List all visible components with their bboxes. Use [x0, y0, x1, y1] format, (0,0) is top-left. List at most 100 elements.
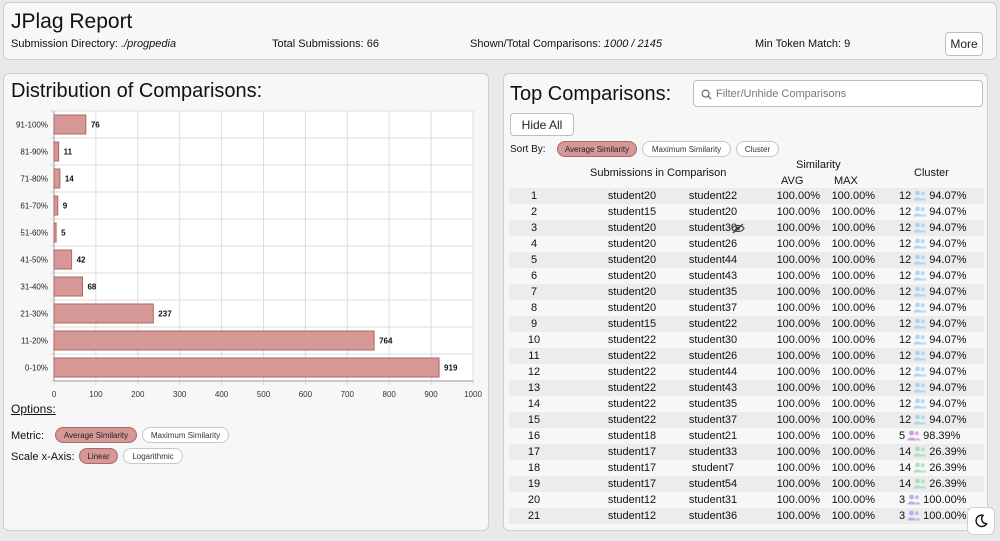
- metric-average-similarity-button[interactable]: Average Similarity: [55, 427, 137, 443]
- cluster-cell[interactable]: 5 98.39%: [899, 430, 960, 442]
- more-button[interactable]: More: [945, 32, 983, 56]
- value-label: 68: [87, 283, 96, 292]
- category-label: 41-50%: [20, 256, 48, 265]
- row-rank: 20: [527, 494, 541, 506]
- shown-comparisons-value: 1000 / 2145: [603, 38, 663, 50]
- total-submissions-label: Total Submissions:: [272, 38, 364, 50]
- submission-b[interactable]: student20: [663, 206, 763, 218]
- cluster-cell[interactable]: 3 100.00%: [899, 510, 967, 522]
- submission-b[interactable]: student22: [663, 318, 763, 330]
- cluster-cell[interactable]: 12 94.07%: [899, 318, 967, 330]
- submission-b[interactable]: student21: [663, 430, 763, 442]
- table-row[interactable]: 21 student12 student36 100.00% 100.00% 3 100.0…: [509, 508, 984, 524]
- submission-b[interactable]: student35: [663, 398, 763, 410]
- cluster-cell[interactable]: 14 26.39%: [899, 446, 967, 458]
- cluster-cell[interactable]: 12 94.07%: [899, 350, 967, 362]
- people-icon: [913, 238, 927, 249]
- sort-cluster-button[interactable]: Cluster: [736, 141, 779, 157]
- cluster-cell[interactable]: 12 94.07%: [899, 382, 967, 394]
- max-similarity: 100.00%: [831, 254, 875, 266]
- cluster-cell[interactable]: 12 94.07%: [899, 190, 967, 202]
- table-row[interactable]: 10 student22 student30 100.00% 100.00% 12 94.0…: [509, 332, 984, 348]
- table-row[interactable]: 8 student20 student37 100.00% 100.00% 12 94.07…: [509, 300, 984, 316]
- row-rank: 7: [530, 286, 538, 298]
- cluster-cell[interactable]: 12 94.07%: [899, 254, 967, 266]
- sort-average-similarity-button[interactable]: Average Similarity: [557, 141, 637, 157]
- hide-all-button[interactable]: Hide All: [510, 113, 574, 136]
- submission-b[interactable]: student44: [663, 254, 763, 266]
- comparisons-table: 1 student20 student22 100.00% 100.00% 12 94.07…: [509, 188, 984, 524]
- scale-linear-button[interactable]: Linear: [79, 448, 118, 464]
- table-row[interactable]: 20 student12 student31 100.00% 100.00% 3 100.0…: [509, 492, 984, 508]
- submission-b[interactable]: student37: [663, 414, 763, 426]
- submission-b[interactable]: student22: [663, 190, 763, 202]
- cluster-value: 26.39%: [929, 478, 967, 490]
- search-icon: [701, 89, 712, 100]
- submission-b[interactable]: student37: [663, 302, 763, 314]
- avg-similarity: 100.00%: [776, 350, 820, 362]
- submission-b[interactable]: student31: [663, 494, 763, 506]
- table-row[interactable]: 18 student17 student7 100.00% 100.00% 14 26.39…: [509, 460, 984, 476]
- submission-b[interactable]: student7: [663, 462, 763, 474]
- cluster-cell[interactable]: 12 94.07%: [899, 206, 967, 218]
- table-row[interactable]: 15 student22 student37 100.00% 100.00% 12 94.0…: [509, 412, 984, 428]
- table-row[interactable]: 14 student22 student35 100.00% 100.00% 12 94.0…: [509, 396, 984, 412]
- submission-b[interactable]: student35: [663, 286, 763, 298]
- table-row[interactable]: 11 student22 student26 100.00% 100.00% 12 94.0…: [509, 348, 984, 364]
- submission-b[interactable]: student44: [663, 366, 763, 378]
- sort-maximum-similarity-button[interactable]: Maximum Similarity: [642, 141, 731, 157]
- scale-logarithmic-button[interactable]: Logarithmic: [123, 448, 183, 464]
- avg-similarity: 100.00%: [776, 494, 820, 506]
- submission-b[interactable]: student30: [663, 222, 763, 234]
- table-row[interactable]: 7 student20 student35 100.00% 100.00% 12 94.07…: [509, 284, 984, 300]
- table-row[interactable]: 16 student18 student21 100.00% 100.00% 5 98.39…: [509, 428, 984, 444]
- cluster-cell[interactable]: 12 94.07%: [899, 286, 967, 298]
- submission-b[interactable]: student26: [663, 350, 763, 362]
- table-row[interactable]: 6 student20 student43 100.00% 100.00% 12 94.07…: [509, 268, 984, 284]
- table-row[interactable]: 5 student20 student44 100.00% 100.00% 12 94.07…: [509, 252, 984, 268]
- eye-off-icon[interactable]: [731, 223, 745, 234]
- cluster-cell[interactable]: 14 26.39%: [899, 478, 967, 490]
- cluster-size: 12: [899, 286, 912, 298]
- cluster-cell[interactable]: 12 94.07%: [899, 414, 967, 426]
- bar-91-to-100: [53, 114, 87, 135]
- submission-b[interactable]: student54: [663, 478, 763, 490]
- cluster-size: 14: [899, 462, 912, 474]
- table-row[interactable]: 19 student17 student54 100.00% 100.00% 14 26.3…: [509, 476, 984, 492]
- table-row[interactable]: 17 student17 student33 100.00% 100.00% 14 26.3…: [509, 444, 984, 460]
- avg-similarity: 100.00%: [776, 510, 820, 522]
- cluster-cell[interactable]: 14 26.39%: [899, 462, 967, 474]
- cluster-cell[interactable]: 12 94.07%: [899, 270, 967, 282]
- table-row[interactable]: 3 student20 student30 100.00% 100.00% 12 94.07…: [509, 220, 984, 236]
- cluster-cell[interactable]: 12 94.07%: [899, 238, 967, 250]
- table-row[interactable]: 1 student20 student22 100.00% 100.00% 12 94.07…: [509, 188, 984, 204]
- cluster-cell[interactable]: 12 94.07%: [899, 302, 967, 314]
- cluster-value: 94.07%: [929, 222, 967, 234]
- metric-maximum-similarity-button[interactable]: Maximum Similarity: [142, 427, 229, 443]
- table-row[interactable]: 4 student20 student26 100.00% 100.00% 12 94.07…: [509, 236, 984, 252]
- bar-11-to-20: [53, 330, 375, 351]
- submission-b[interactable]: student30: [663, 334, 763, 346]
- submission-b[interactable]: student36: [663, 510, 763, 522]
- submission-b[interactable]: student26: [663, 238, 763, 250]
- table-row[interactable]: 13 student22 student43 100.00% 100.00% 12 94.0…: [509, 380, 984, 396]
- row-rank: 10: [527, 334, 541, 346]
- x-tick-label: 100: [89, 390, 103, 399]
- dark-mode-toggle[interactable]: [967, 507, 995, 535]
- submission-b[interactable]: student33: [663, 446, 763, 458]
- table-row[interactable]: 12 student22 student44 100.00% 100.00% 12 94.0…: [509, 364, 984, 380]
- table-row[interactable]: 9 student15 student22 100.00% 100.00% 12 94.07…: [509, 316, 984, 332]
- cluster-cell[interactable]: 12 94.07%: [899, 398, 967, 410]
- cluster-cell[interactable]: 12 94.07%: [899, 222, 967, 234]
- table-row[interactable]: 2 student15 student20 100.00% 100.00% 12 94.07…: [509, 204, 984, 220]
- cluster-cell[interactable]: 12 94.07%: [899, 366, 967, 378]
- min-token-match: Min Token Match: 9: [755, 38, 850, 50]
- cluster-cell[interactable]: 3 100.00%: [899, 494, 967, 506]
- filter-input[interactable]: Filter/Unhide Comparisons: [693, 80, 983, 107]
- bar-71-to-80: [53, 168, 61, 189]
- max-similarity: 100.00%: [831, 190, 875, 202]
- row-rank: 11: [528, 350, 540, 362]
- submission-b[interactable]: student43: [663, 382, 763, 394]
- cluster-cell[interactable]: 12 94.07%: [899, 334, 967, 346]
- submission-b[interactable]: student43: [663, 270, 763, 282]
